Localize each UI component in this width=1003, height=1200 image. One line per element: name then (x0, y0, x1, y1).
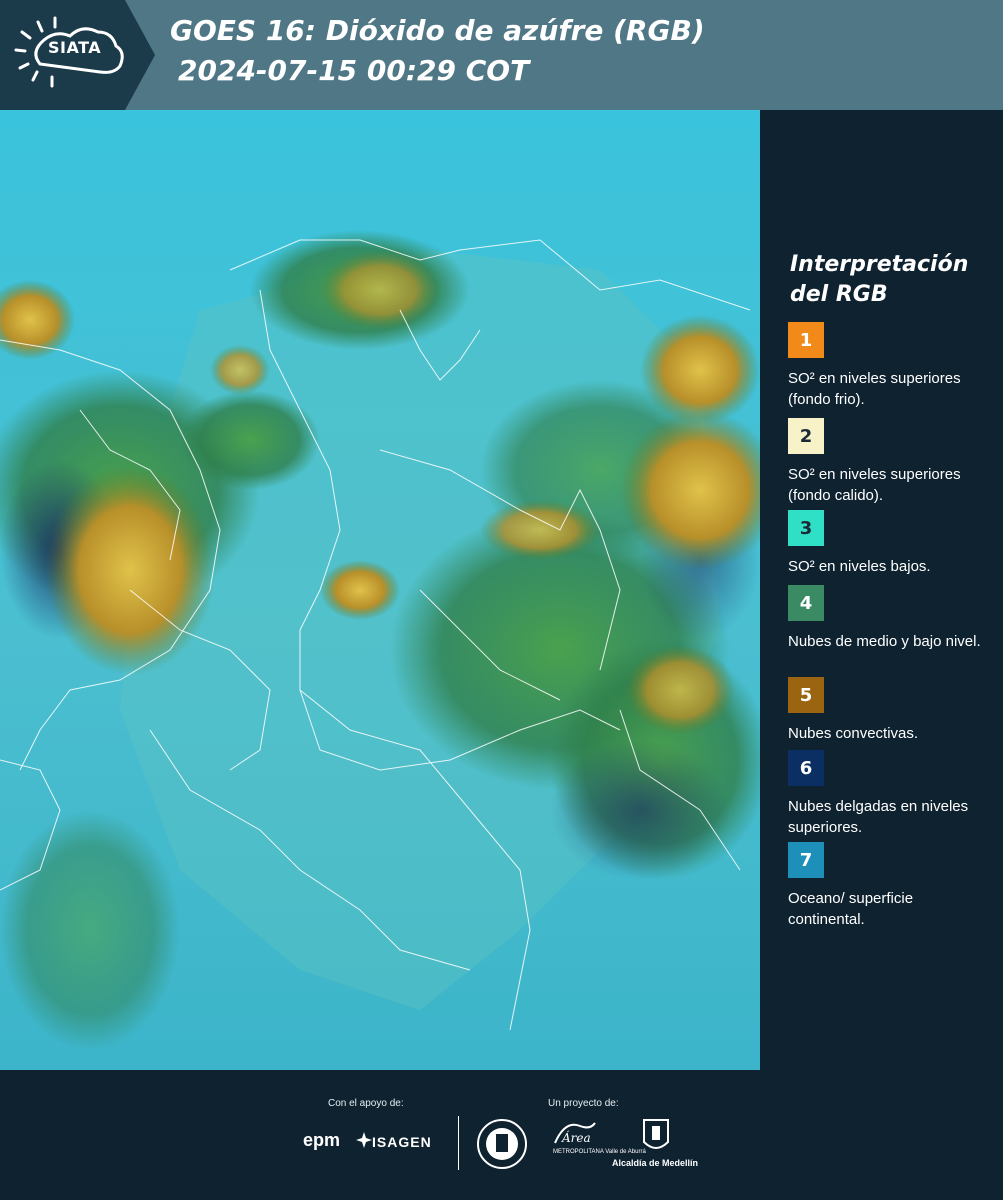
legend-item-7: 7 Oceano/ superficie continental. (788, 842, 993, 930)
legend-text-2: SO² en niveles superiores (fondo calido)… (788, 466, 961, 504)
legend-text-6: Nubes delgadas en niveles superiores. (788, 798, 969, 836)
header-bar: SIATA GOES 16: Dióxido de azúfre (RGB) 2… (0, 0, 1003, 110)
legend-text-1: SO² en niveles superiores (fondo frio). (788, 370, 961, 408)
area-metropolitana-logo-icon[interactable]: Área (550, 1118, 600, 1148)
alcaldia-text: Alcaldía de Medellín (612, 1158, 699, 1168)
legend-swatch-5: 5 (788, 677, 824, 713)
legend-item-4: 4 Nubes de medio y bajo nivel. (788, 585, 993, 652)
footer: Con el apoyo de: Un proyecto de: epm ISA… (0, 1070, 1003, 1200)
legend-swatch-7: 7 (788, 842, 824, 878)
satellite-image (0, 110, 760, 1070)
epm-logo[interactable]: epm (303, 1130, 340, 1151)
legend-swatch-6: 6 (788, 750, 824, 786)
legend-title-line2: del RGB (790, 282, 888, 307)
support-label: Con el apoyo de: (328, 1098, 404, 1109)
footer-divider (458, 1116, 459, 1170)
legend-swatch-1: 1 (788, 322, 824, 358)
legend-text-3: SO² en niveles bajos. (788, 558, 931, 575)
alcaldia-crest-icon[interactable] (640, 1118, 672, 1156)
legend-text-4: Nubes de medio y bajo nivel. (788, 633, 981, 650)
satellite-map[interactable] (0, 110, 760, 1070)
isagen-logo[interactable]: ISAGEN (372, 1134, 432, 1150)
legend-item-2: 2 SO² en niveles superiores (fondo calid… (788, 418, 993, 506)
legend-text-5: Nubes convectivas. (788, 725, 919, 742)
siata-logo[interactable]: SIATA (0, 0, 155, 110)
legend-swatch-4: 4 (788, 585, 824, 621)
legend-swatch-2: 2 (788, 418, 824, 454)
svg-text:Área: Área (561, 1130, 591, 1145)
logo-text: SIATA (48, 38, 102, 57)
legend-text-7: Oceano/ superficie continental. (788, 890, 914, 928)
legend-title-line1: Interpretación (790, 252, 969, 277)
medellin-seal-icon[interactable] (476, 1118, 528, 1170)
legend-item-5: 5 Nubes convectivas. (788, 677, 993, 744)
area-metropolitana-text: METROPOLITANA Valle de Aburrá (553, 1149, 646, 1155)
legend-title: Interpretación del RGB (790, 250, 990, 310)
legend-swatch-3: 3 (788, 510, 824, 546)
legend-item-6: 6 Nubes delgadas en niveles superiores. (788, 750, 993, 838)
legend-item-1: 1 SO² en niveles superiores (fondo frio)… (788, 322, 993, 410)
project-label: Un proyecto de: (548, 1098, 619, 1109)
timestamp: 2024-07-15 00:29 COT (178, 54, 530, 87)
legend-item-3: 3 SO² en niveles bajos. (788, 510, 993, 577)
isagen-mark-icon (356, 1132, 372, 1148)
page-title: GOES 16: Dióxido de azúfre (RGB) (170, 14, 705, 47)
legend-panel: Interpretación del RGB 1 SO² en niveles … (760, 110, 1003, 1070)
